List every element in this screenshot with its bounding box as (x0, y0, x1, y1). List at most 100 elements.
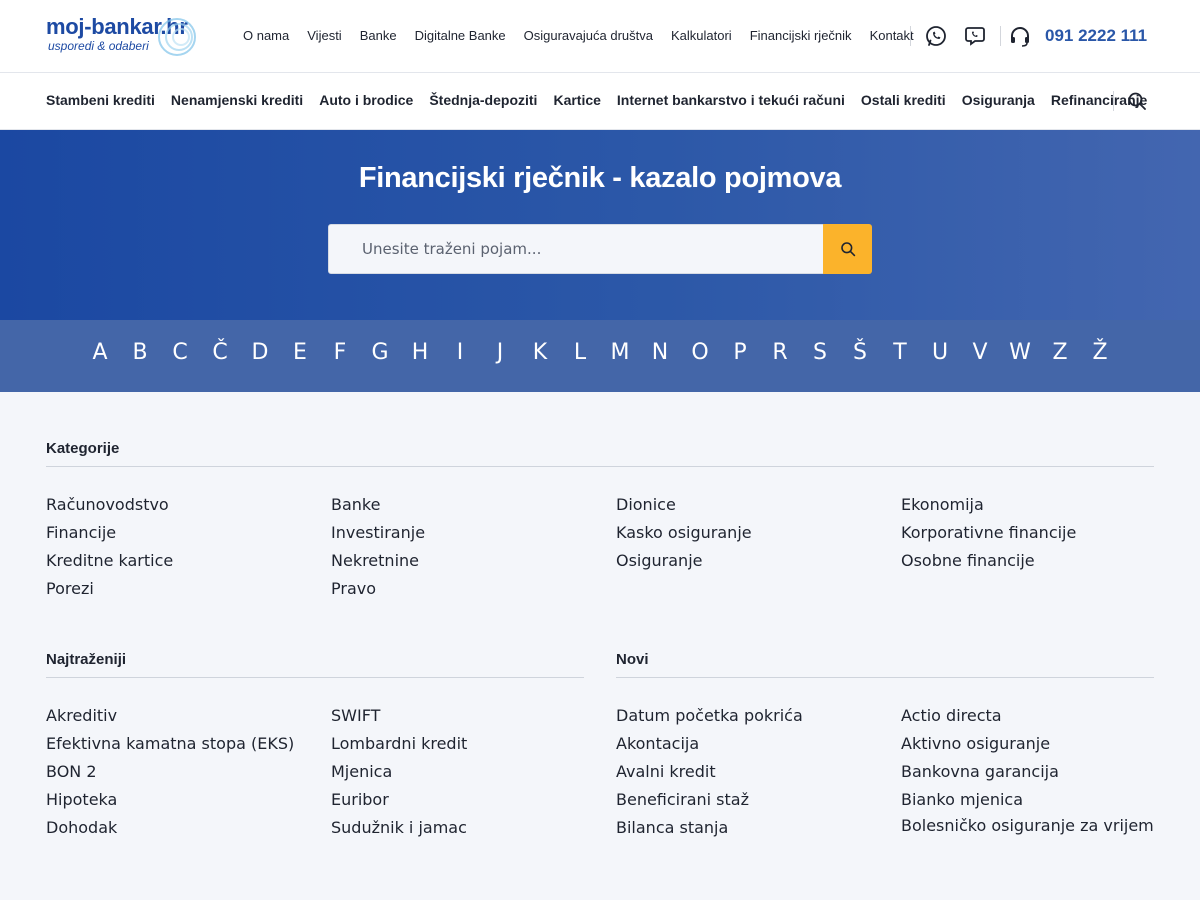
alphabet-letter-link[interactable]: Z (1040, 340, 1080, 365)
alphabet-letter-link[interactable]: B (120, 340, 160, 365)
alphabet-letter-link[interactable]: D (240, 340, 280, 365)
logo[interactable]: moj-bankar.hr usporedi & odaberi (46, 14, 198, 58)
topnav-vijesti[interactable]: Vijesti (307, 28, 341, 43)
top-navigation: O nama Vijesti Banke Digitalne Banke Osi… (243, 28, 932, 43)
search-input[interactable] (329, 225, 823, 273)
category-link[interactable]: Dionice (616, 495, 676, 514)
phone-number[interactable]: 091 2222 111 (1045, 26, 1147, 46)
divider (1113, 91, 1114, 111)
divider (616, 677, 1154, 678)
logo-tagline: usporedi & odaberi (48, 39, 149, 53)
alphabet-letter-link[interactable]: M (600, 340, 640, 365)
new-term-link[interactable]: Bianko mjenica (901, 790, 1023, 809)
topnav-osiguravajuca-drustva[interactable]: Osiguravajuća društva (524, 28, 653, 43)
popular-term-link[interactable]: BON 2 (46, 762, 97, 781)
divider (46, 677, 584, 678)
search-box (328, 224, 824, 274)
alphabet-letter-link[interactable]: J (480, 340, 520, 365)
alphabet-letter-link[interactable]: P (720, 340, 760, 365)
popular-term-link[interactable]: Hipoteka (46, 790, 117, 809)
topnav-o-nama[interactable]: O nama (243, 28, 289, 43)
headset-icon (1011, 27, 1029, 47)
alphabet-letter-link[interactable]: S (800, 340, 840, 365)
nav-stambeni-krediti[interactable]: Stambeni krediti (46, 92, 155, 108)
new-term-link[interactable]: Datum početka pokrića (616, 706, 803, 725)
alphabet-index: ABCČDEFGHIJKLMNOPRSŠTUVWZŽ (0, 320, 1200, 392)
alphabet-letter-link[interactable]: K (520, 340, 560, 365)
new-term-link[interactable]: Bolesničko osiguranje za vrijeme (901, 816, 1154, 835)
alphabet-letter-link[interactable]: R (760, 340, 800, 365)
topnav-banke[interactable]: Banke (360, 28, 397, 43)
alphabet-letter-link[interactable]: I (440, 340, 480, 365)
alphabet-letter-link[interactable]: C (160, 340, 200, 365)
new-term-link[interactable]: Akontacija (616, 734, 699, 753)
topnav-digitalne-banke[interactable]: Digitalne Banke (415, 28, 506, 43)
new-term-link[interactable]: Beneficirani staž (616, 790, 749, 809)
popular-term-link[interactable]: Akreditiv (46, 706, 117, 725)
section-title-newest: Novi (616, 651, 649, 668)
popular-term-link[interactable]: Lombardni kredit (331, 734, 467, 753)
category-link[interactable]: Kasko osiguranje (616, 523, 752, 542)
search-button[interactable] (823, 224, 872, 274)
whatsapp-icon[interactable] (924, 24, 948, 48)
alphabet-letter-link[interactable]: T (880, 340, 920, 365)
alphabet-letter-link[interactable]: E (280, 340, 320, 365)
category-link[interactable]: Osiguranje (616, 551, 702, 570)
alphabet-letter-link[interactable]: L (560, 340, 600, 365)
search-icon[interactable] (1127, 91, 1147, 111)
alphabet-letter-link[interactable]: H (400, 340, 440, 365)
popular-term-link[interactable]: Euribor (331, 790, 389, 809)
topnav-kalkulatori[interactable]: Kalkulatori (671, 28, 732, 43)
new-term-link[interactable]: Bankovna garancija (901, 762, 1059, 781)
divider (46, 466, 1154, 467)
new-term-link[interactable]: Aktivno osiguranje (901, 734, 1050, 753)
clipped-cell: Bolesničko osiguranje za vrijeme (901, 816, 1154, 842)
viber-icon[interactable] (963, 24, 987, 48)
nav-internet-bankarstvo[interactable]: Internet bankarstvo i tekući računi (617, 92, 845, 108)
alphabet-letter-link[interactable]: W (1000, 340, 1040, 365)
nav-nenamjenski-krediti[interactable]: Nenamjenski krediti (171, 92, 303, 108)
alphabet-letter-link[interactable]: A (80, 340, 120, 365)
category-link[interactable]: Računovodstvo (46, 495, 169, 514)
category-link[interactable]: Kreditne kartice (46, 551, 173, 570)
new-term-link[interactable]: Actio directa (901, 706, 1002, 725)
category-link[interactable]: Porezi (46, 579, 94, 598)
nav-ostali-krediti[interactable]: Ostali krediti (861, 92, 946, 108)
top-bar: moj-bankar.hr usporedi & odaberi O nama … (0, 0, 1200, 73)
alphabet-letter-link[interactable]: U (920, 340, 960, 365)
category-link[interactable]: Banke (331, 495, 380, 514)
nav-kartice[interactable]: Kartice (553, 92, 600, 108)
nav-auto-i-brodice[interactable]: Auto i brodice (319, 92, 413, 108)
alphabet-letter-link[interactable]: F (320, 340, 360, 365)
main-navigation: Stambeni krediti Nenamjenski krediti Aut… (0, 73, 1200, 130)
popular-term-link[interactable]: Mjenica (331, 762, 392, 781)
alphabet-letter-link[interactable]: O (680, 340, 720, 365)
alphabet-letter-link[interactable]: Š (840, 340, 880, 365)
popular-term-link[interactable]: SWIFT (331, 706, 380, 725)
alphabet-letter-link[interactable]: N (640, 340, 680, 365)
topnav-kontakt[interactable]: Kontakt (870, 28, 914, 43)
category-link[interactable]: Financije (46, 523, 116, 542)
section-title-popular: Najtraženiji (46, 651, 127, 668)
popular-term-link[interactable]: Efektivna kamatna stopa (EKS) (46, 734, 294, 753)
alphabet-letter-link[interactable]: Ž (1080, 340, 1120, 365)
new-term-link[interactable]: Avalni kredit (616, 762, 716, 781)
category-link[interactable]: Osobne financije (901, 551, 1035, 570)
hero-banner: Financijski rječnik - kazalo pojmova (0, 130, 1200, 320)
nav-osiguranja[interactable]: Osiguranja (962, 92, 1035, 108)
section-title-categories: Kategorije (46, 440, 120, 457)
category-link[interactable]: Nekretnine (331, 551, 419, 570)
category-link[interactable]: Pravo (331, 579, 376, 598)
popular-term-link[interactable]: Sudužnik i jamac (331, 818, 467, 837)
popular-term-link[interactable]: Dohodak (46, 818, 117, 837)
nav-stednja-depoziti[interactable]: Štednja-depoziti (429, 92, 537, 108)
category-link[interactable]: Ekonomija (901, 495, 984, 514)
category-link[interactable]: Korporativne financije (901, 523, 1076, 542)
topnav-financijski-rjecnik[interactable]: Financijski rječnik (750, 28, 852, 43)
new-term-link[interactable]: Bilanca stanja (616, 818, 728, 837)
alphabet-letter-link[interactable]: G (360, 340, 400, 365)
page-title: Financijski rječnik - kazalo pojmova (358, 162, 842, 194)
alphabet-letter-link[interactable]: V (960, 340, 1000, 365)
category-link[interactable]: Investiranje (331, 523, 425, 542)
alphabet-letter-link[interactable]: Č (200, 340, 240, 365)
